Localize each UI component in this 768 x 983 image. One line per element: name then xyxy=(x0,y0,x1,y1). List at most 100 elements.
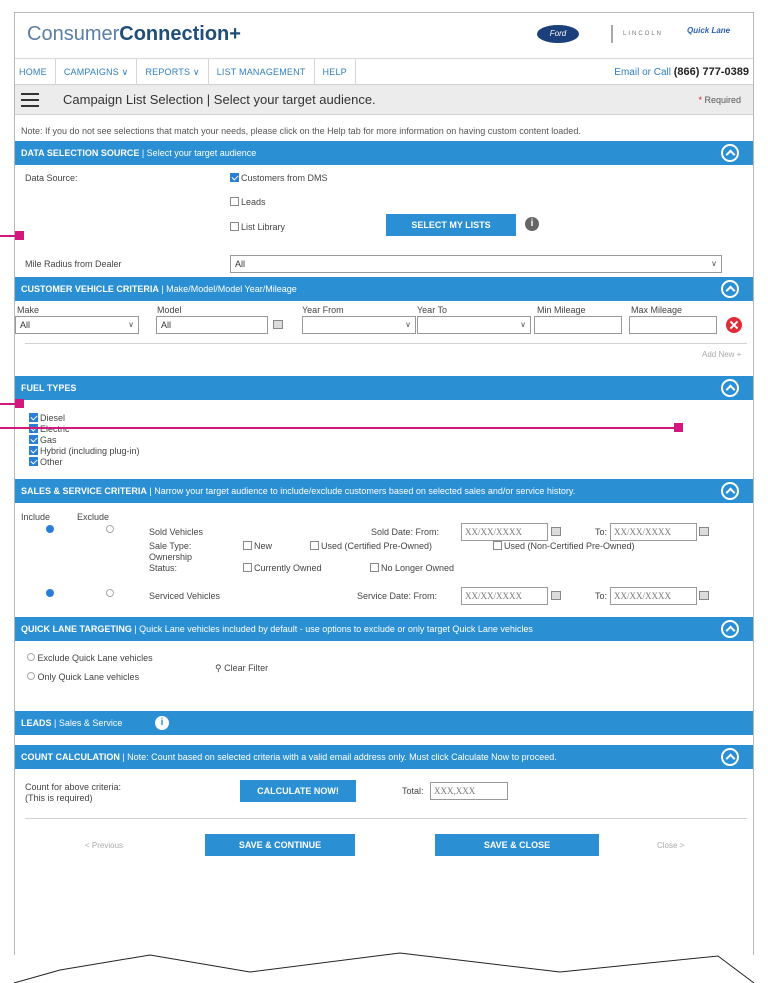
select-my-lists-button[interactable]: SELECT MY LISTS xyxy=(386,214,516,236)
nav-list-management[interactable]: LIST MANAGEMENT xyxy=(209,59,315,85)
checkbox-leads[interactable]: Leads xyxy=(230,197,266,207)
calculate-now-button[interactable]: CALCULATE NOW! xyxy=(240,780,356,802)
nav-home[interactable]: HOME xyxy=(15,59,56,85)
year-to-select[interactable]: ∨ xyxy=(417,316,531,334)
save-close-button[interactable]: SAVE & CLOSE xyxy=(435,834,599,856)
data-source-panel: Data Source: Customers from DMS Leads Li… xyxy=(15,165,753,277)
sold-date-to-label: To: xyxy=(595,527,608,537)
app-frame: ConsumerConnection+ Ford LINCOLN Quick L… xyxy=(14,12,754,983)
nav-campaigns[interactable]: CAMPAIGNS ∨ xyxy=(56,59,138,85)
service-date-from-input[interactable]: XX/XX/XXXX xyxy=(461,587,548,605)
ownership-status-label: Status: xyxy=(149,563,178,573)
menu-icon[interactable] xyxy=(21,93,39,107)
help-note: Note: If you do not see selections that … xyxy=(21,126,581,136)
make-select[interactable]: All ∨ xyxy=(15,316,139,334)
footer-actions: < Previous SAVE & CONTINUE SAVE & CLOSE … xyxy=(15,829,753,869)
checkbox-list-library[interactable]: List Library xyxy=(230,222,285,232)
service-include-radio[interactable] xyxy=(46,589,54,599)
model-picker-icon[interactable] xyxy=(273,320,283,330)
clear-filter-link[interactable]: ⚲ Clear Filter xyxy=(215,663,268,674)
collapse-icon[interactable] xyxy=(721,144,739,162)
count-required-label: (This is required) xyxy=(25,793,93,803)
max-mileage-header: Max Mileage xyxy=(631,305,683,315)
checkbox-no-longer-owned[interactable]: No Longer Owned xyxy=(370,563,454,573)
add-new-link[interactable]: Add New + xyxy=(702,350,741,359)
brand-name-bold: Connection+ xyxy=(119,23,241,45)
model-header: Model xyxy=(157,305,182,315)
fuel-types-section-header[interactable]: FUEL TYPES xyxy=(15,376,753,400)
save-continue-button[interactable]: SAVE & CONTINUE xyxy=(205,834,355,856)
service-date-to-input[interactable]: XX/XX/XXXX xyxy=(610,587,697,605)
collapse-icon[interactable] xyxy=(721,620,739,638)
count-label: Count for above criteria: xyxy=(25,782,122,792)
sold-include-radio[interactable] xyxy=(46,525,54,535)
checkbox-diesel[interactable]: Diesel xyxy=(29,413,65,423)
sold-date-from-input[interactable]: XX/XX/XXXX xyxy=(461,523,548,541)
app-logo[interactable]: ConsumerConnection+ xyxy=(27,23,241,46)
contact-link[interactable]: Email or Call xyxy=(614,67,671,78)
previous-link[interactable]: < Previous xyxy=(85,841,123,850)
checkbox-electric[interactable]: Electric xyxy=(29,424,70,434)
close-link[interactable]: Close > xyxy=(657,841,684,850)
calendar-icon[interactable] xyxy=(699,591,709,601)
remove-row-icon[interactable] xyxy=(726,317,742,333)
info-icon[interactable]: i xyxy=(155,716,169,730)
year-from-select[interactable]: ∨ xyxy=(302,316,416,334)
checkbox-customers-dms[interactable]: Customers from DMS xyxy=(230,173,328,183)
model-select[interactable]: All xyxy=(156,316,268,334)
vehicle-criteria-panel: Make Model Year From Year To Min Mileage… xyxy=(15,301,753,376)
nav-reports[interactable]: REPORTS ∨ xyxy=(137,59,209,85)
checkbox-gas[interactable]: Gas xyxy=(29,435,57,445)
checkbox-sale-used-certified[interactable]: Used (Certified Pre-Owned) xyxy=(310,541,432,551)
checkbox-sale-new[interactable]: New xyxy=(243,541,272,551)
include-header: Include xyxy=(21,512,51,522)
quick-lane-panel: Exclude Quick Lane vehicles Only Quick L… xyxy=(15,641,753,701)
sale-type-label: Sale Type: xyxy=(149,541,192,551)
calendar-icon[interactable] xyxy=(699,527,709,537)
service-date-to-label: To: xyxy=(595,591,608,601)
collapse-icon[interactable] xyxy=(721,280,739,298)
checkbox-currently-owned[interactable]: Currently Owned xyxy=(243,563,322,573)
quick-lane-section-header[interactable]: QUICK LANE TARGETING | Quick Lane vehicl… xyxy=(15,617,753,641)
page-title-bar: Campaign List Selection | Select your ta… xyxy=(15,85,753,115)
collapse-icon[interactable] xyxy=(721,482,739,500)
leads-section-header[interactable]: LEADS | Sales & Service i xyxy=(15,711,753,735)
nav-help[interactable]: HELP xyxy=(315,59,356,85)
sold-exclude-radio[interactable] xyxy=(106,525,114,535)
sold-date-to-input[interactable]: XX/XX/XXXX xyxy=(610,523,697,541)
max-mileage-input[interactable] xyxy=(629,316,717,334)
checkbox-other[interactable]: Other xyxy=(29,457,63,467)
info-icon[interactable]: i xyxy=(525,217,539,231)
calendar-icon[interactable] xyxy=(551,527,561,537)
collapse-icon[interactable] xyxy=(721,379,739,397)
service-date-label: Service Date: From: xyxy=(357,591,438,601)
sales-service-panel: Include Exclude Sold Vehicles Sold Date:… xyxy=(15,503,753,617)
mile-radius-select[interactable]: All ∨ xyxy=(230,255,722,273)
serviced-vehicles-label: Serviced Vehicles xyxy=(149,591,221,601)
calendar-icon[interactable] xyxy=(551,591,561,601)
checkbox-sale-used-non-certified[interactable]: Used (Non-Certified Pre-Owned) xyxy=(493,541,635,551)
checkbox-hybrid[interactable]: Hybrid (including plug-in) xyxy=(29,446,140,456)
fuel-types-panel: Diesel Electric Gas Hybrid (including pl… xyxy=(15,400,753,479)
total-label: Total: xyxy=(402,786,424,796)
vehicle-criteria-section-header[interactable]: CUSTOMER VEHICLE CRITERIA | Make/Model/M… xyxy=(15,277,753,301)
sold-date-label: Sold Date: From: xyxy=(371,527,440,537)
brand-header: ConsumerConnection+ Ford LINCOLN Quick L… xyxy=(15,13,753,59)
collapse-icon[interactable] xyxy=(721,748,739,766)
only-quick-lane-radio[interactable]: Only Quick Lane vehicles xyxy=(27,672,139,682)
sales-service-section-header[interactable]: SALES & SERVICE CRITERIA | Narrow your t… xyxy=(15,479,753,503)
callout-line xyxy=(0,427,680,429)
service-exclude-radio[interactable] xyxy=(106,589,114,599)
ford-logo: Ford xyxy=(537,25,579,43)
divider xyxy=(25,343,747,344)
page-title: Campaign List Selection | Select your ta… xyxy=(63,92,376,107)
count-calculation-section-header[interactable]: COUNT CALCULATION | Note: Count based on… xyxy=(15,745,753,769)
brand-name-light: Consumer xyxy=(27,23,120,45)
contact-phone: (866) 777-0389 xyxy=(673,66,749,78)
data-source-section-header[interactable]: DATA SELECTION SOURCE | Select your targ… xyxy=(15,141,753,165)
data-source-label: Data Source: xyxy=(25,173,78,183)
min-mileage-input[interactable] xyxy=(534,316,622,334)
clear-filter-icon: ⚲ xyxy=(215,663,222,673)
exclude-quick-lane-radio[interactable]: Exclude Quick Lane vehicles xyxy=(27,653,153,663)
year-to-header: Year To xyxy=(417,305,448,315)
